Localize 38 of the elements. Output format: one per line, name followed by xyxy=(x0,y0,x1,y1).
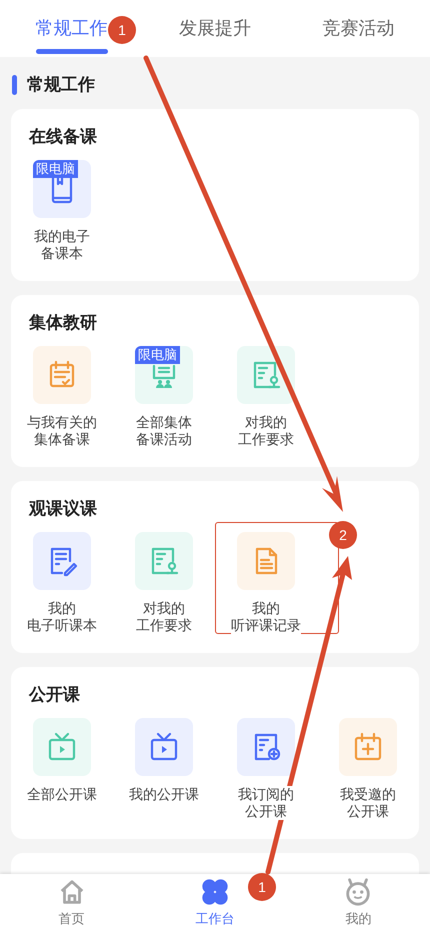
app-label: 我的电子 备课本 xyxy=(34,228,90,262)
app-tile[interactable] xyxy=(237,346,295,404)
app-label: 我订阅的 公开课 xyxy=(238,786,294,820)
card-title: 在线备课 xyxy=(28,126,98,148)
app-tile[interactable]: 限电脑 xyxy=(33,160,91,218)
nav-tab[interactable]: 我的 xyxy=(286,874,430,932)
app-tile[interactable] xyxy=(33,346,91,404)
app-tile[interactable] xyxy=(33,718,91,776)
app-label: 我的公开课 xyxy=(129,786,199,803)
clover-icon xyxy=(200,877,230,908)
badge-label: 限电脑 xyxy=(33,160,78,178)
tab[interactable]: 竞赛活动 xyxy=(286,0,430,57)
app-tile[interactable] xyxy=(135,718,193,776)
nav-tab[interactable]: 首页 xyxy=(0,874,144,932)
step-marker: 2 xyxy=(329,521,357,549)
app-tile[interactable] xyxy=(135,532,193,590)
card-title: 公开课 xyxy=(28,684,81,706)
badge-label: 限电脑 xyxy=(135,346,180,364)
app-label: 对我的 工作要求 xyxy=(136,600,192,634)
app-label: 我的 电子听课本 xyxy=(27,600,97,634)
tab[interactable]: 发展提升 xyxy=(143,0,287,57)
section-title: 常规工作 xyxy=(27,74,95,96)
app-label: 与我有关的 集体备课 xyxy=(27,414,97,448)
step-marker: 1 xyxy=(248,873,276,901)
app-label: 全部集体 备课活动 xyxy=(136,414,192,448)
step-marker: 1 xyxy=(108,16,136,44)
app-tile[interactable] xyxy=(33,532,91,590)
app-label: 对我的 工作要求 xyxy=(238,414,294,448)
section-marker xyxy=(12,75,17,95)
app-tile[interactable] xyxy=(339,718,397,776)
app-tile[interactable] xyxy=(237,718,295,776)
app-label: 我的 听评课记录 xyxy=(231,600,301,634)
card-title: 集体教研 xyxy=(28,312,98,334)
card-title: 观课议课 xyxy=(28,498,98,520)
app-tile[interactable]: 限电脑 xyxy=(135,346,193,404)
app-tile[interactable] xyxy=(237,532,295,590)
app-label: 我受邀的 公开课 xyxy=(340,786,396,820)
app-label: 全部公开课 xyxy=(27,786,97,803)
